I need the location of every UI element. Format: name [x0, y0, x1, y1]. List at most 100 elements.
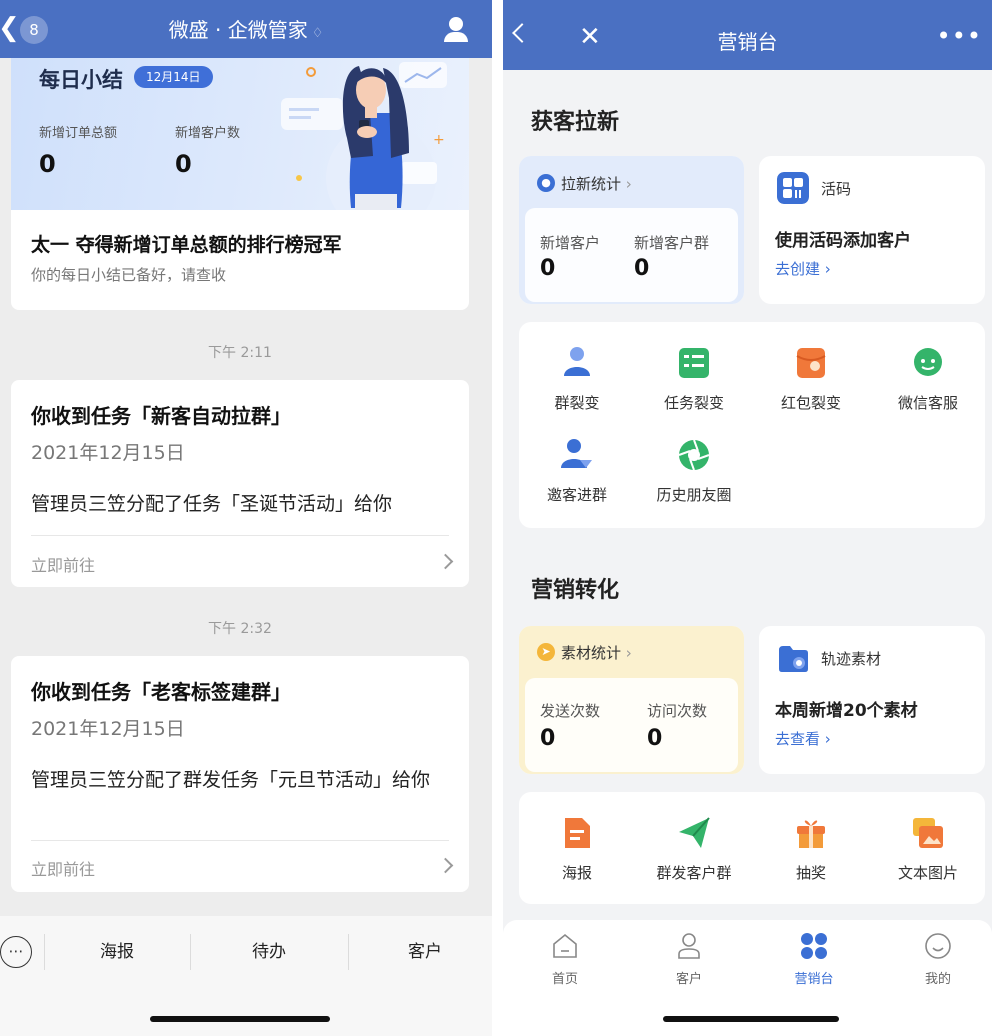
tool-label[interactable]: 微信客服: [878, 392, 978, 413]
divider: [31, 840, 449, 841]
bell-off-icon: ♢: [311, 26, 324, 41]
track-text: 本周新增20个素材: [775, 701, 918, 721]
tool-label[interactable]: 邀客进群: [527, 484, 627, 505]
menu-item-customer[interactable]: 客户: [362, 934, 488, 970]
folder-icon: [779, 646, 808, 672]
chevron-right-icon: [437, 553, 454, 570]
view-link[interactable]: 去查看 ›: [775, 728, 831, 749]
marketing-screen: ✕ 营销台 ••• 获客拉新 ● 拉新统计 › 新增客户 0 新增客户群 0 活…: [503, 0, 992, 1036]
marketing-header: ✕ 营销台 •••: [503, 0, 992, 70]
group-fission-icon[interactable]: [558, 344, 596, 382]
live-code-title: 活码: [821, 180, 852, 198]
page-title: 营销台: [717, 30, 778, 54]
text-image-icon[interactable]: [909, 814, 947, 852]
chat-header: ❮ 8 微盛 · 企微管家 ♢: [0, 0, 492, 58]
live-code-text: 使用活码添加客户: [775, 231, 911, 251]
stat-label: 新增客户数: [175, 126, 241, 141]
track-title: 轨迹素材: [821, 650, 882, 668]
menu-item-todo[interactable]: 待办: [190, 934, 348, 970]
chevron-right-icon: [437, 857, 454, 874]
summary-subtitle: 你的每日小结已备好，请查收: [31, 266, 227, 284]
go-now-link[interactable]: 立即前往: [31, 856, 95, 880]
chat-title: 微盛 · 企微管家 ♢: [168, 18, 324, 42]
tool-label[interactable]: 群发客户群: [644, 862, 744, 883]
home-icon[interactable]: [552, 932, 578, 960]
tool-label[interactable]: 历史朋友圈: [644, 484, 744, 505]
summary-title: 每日小结: [39, 68, 123, 92]
task-fission-icon[interactable]: [675, 344, 713, 382]
task-title: 你收到任务「新客自动拉群」: [31, 404, 291, 428]
acquire-stats-card[interactable]: ● 拉新统计 › 新增客户 0 新增客户群 0: [519, 156, 744, 304]
home-indicator: [663, 1016, 839, 1022]
summary-date-badge: 12月14日: [134, 66, 213, 88]
daily-summary-card[interactable]: 每日小结 12月14日 新增订单总额 0 新增客户数 0 + 太一 夺得新增订单…: [11, 58, 469, 310]
stat-value: 0: [634, 256, 650, 281]
task-date: 2021年12月15日: [31, 718, 185, 740]
nav-mine[interactable]: 我的: [898, 968, 978, 987]
home-indicator: [150, 1016, 330, 1022]
stat-label: 新增客户群: [634, 234, 710, 252]
material-stats-card[interactable]: ➤ 素材统计 › 发送次数 0 访问次数 0: [519, 626, 744, 774]
menu-item-poster[interactable]: 海报: [44, 934, 190, 970]
summary-headline: 太一 夺得新增订单总额的排行榜冠军: [31, 234, 342, 256]
go-now-link[interactable]: 立即前往: [31, 552, 95, 576]
divider: [348, 934, 349, 970]
tool-label[interactable]: 海报: [527, 862, 627, 883]
section-title: 获客拉新: [531, 110, 620, 135]
nav-home[interactable]: 首页: [525, 968, 605, 987]
stat-value: 0: [540, 726, 556, 751]
marketing-icon[interactable]: [800, 932, 828, 960]
task-desc: 管理员三笠分配了任务「圣诞节活动」给你: [31, 493, 393, 515]
user-icon[interactable]: [676, 932, 702, 960]
task-card[interactable]: 你收到任务「老客标签建群」 2021年12月15日 管理员三笠分配了群发任务「元…: [11, 656, 469, 892]
task-title: 你收到任务「老客标签建群」: [31, 680, 291, 704]
track-material-card[interactable]: 轨迹素材 本周新增20个素材 去查看 ›: [759, 626, 985, 774]
send-plane-icon[interactable]: [675, 814, 713, 852]
chat-menu-bar: ⋯ 海报 待办 客户: [0, 916, 492, 1036]
stat-label: 访问次数: [647, 702, 708, 720]
acquire-tools-grid: 群裂变 任务裂变 红包裂变 微信客服 邀客进群 历史朋友圈: [519, 322, 985, 528]
red-packet-icon[interactable]: [792, 344, 830, 382]
create-link[interactable]: 去创建 ›: [775, 258, 831, 279]
live-code-card[interactable]: 活码 使用活码添加客户 去创建 ›: [759, 156, 985, 304]
send-circle-icon: ➤: [537, 643, 555, 661]
user-circle-icon: ●: [537, 174, 555, 192]
svg-text:+: +: [433, 132, 445, 148]
tool-label[interactable]: 红包裂变: [761, 392, 861, 413]
gift-icon[interactable]: [792, 814, 830, 852]
wechat-service-icon[interactable]: [909, 344, 947, 382]
poster-icon[interactable]: [558, 814, 596, 852]
more-icon[interactable]: •••: [937, 22, 982, 50]
summary-banner: 每日小结 12月14日 新增订单总额 0 新增客户数 0 +: [11, 58, 469, 210]
task-card[interactable]: 你收到任务「新客自动拉群」 2021年12月15日 管理员三笠分配了任务「圣诞节…: [11, 380, 469, 587]
stats-title: 素材统计 ›: [561, 644, 632, 662]
nav-customer[interactable]: 客户: [649, 968, 729, 987]
keyboard-icon[interactable]: ⋯: [0, 936, 32, 968]
task-desc: 管理员三笠分配了群发任务「元旦节活动」给你: [31, 769, 431, 791]
stat-value: 0: [647, 726, 663, 751]
nav-marketing[interactable]: 营销台: [774, 968, 854, 987]
tool-label[interactable]: 群裂变: [527, 392, 627, 413]
tool-label[interactable]: 文本图片: [878, 862, 978, 883]
tool-label[interactable]: 抽奖: [761, 862, 861, 883]
stat-label: 新增客户: [540, 234, 601, 252]
stat-value: 0: [39, 150, 56, 178]
profile-icon[interactable]: [442, 16, 470, 44]
qr-code-icon: [777, 172, 809, 204]
stat-value: 0: [175, 150, 192, 178]
stats-title: 拉新统计 ›: [561, 175, 632, 193]
message-time: 下午 2:11: [208, 345, 272, 361]
stat-value: 0: [540, 256, 556, 281]
bottom-nav: 首页 客户 营销台 我的: [503, 920, 992, 1036]
task-date: 2021年12月15日: [31, 442, 185, 464]
invite-group-icon[interactable]: [558, 436, 596, 474]
moments-icon[interactable]: [675, 436, 713, 474]
section-title: 营销转化: [531, 578, 620, 603]
chat-screen: ❮ 8 微盛 · 企微管家 ♢ 每日小结 12月14日 新增订单总额 0 新增客户…: [0, 0, 492, 1036]
stat-label: 新增订单总额: [39, 126, 118, 141]
smile-icon[interactable]: [924, 932, 952, 960]
message-time: 下午 2:32: [208, 621, 272, 637]
divider: [31, 535, 449, 536]
tool-label[interactable]: 任务裂变: [644, 392, 744, 413]
convert-tools-grid: 海报 群发客户群 抽奖 文本图片: [519, 792, 985, 904]
